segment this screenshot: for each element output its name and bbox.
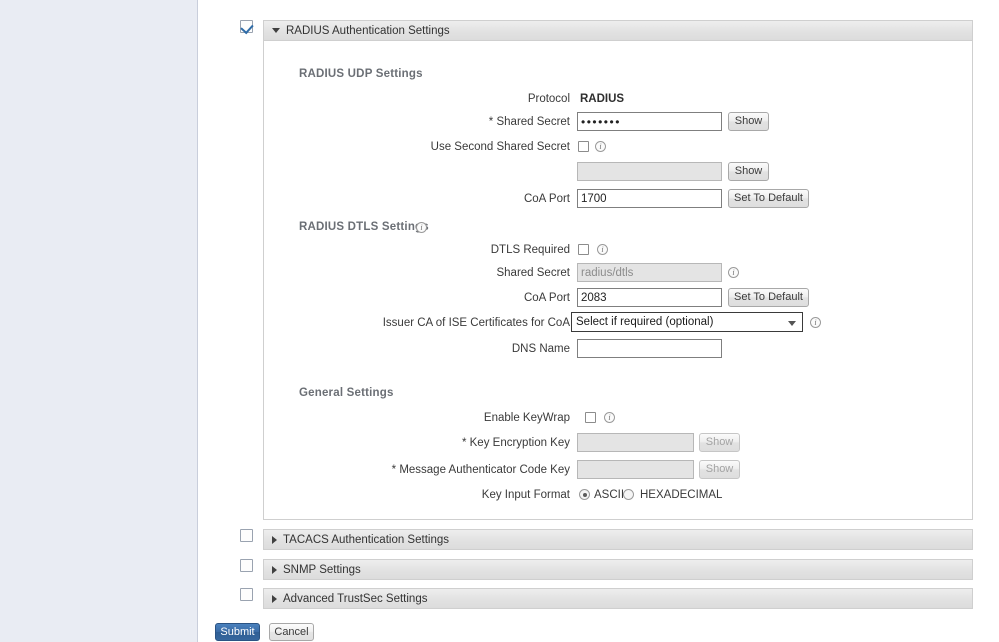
radius-udp-group-title: RADIUS UDP Settings [299,68,423,80]
key-input-format-option-ascii[interactable]: ASCII [594,489,624,502]
key-input-format-radio-hexadecimal[interactable] [623,489,634,500]
udp-coa-port-input[interactable] [577,189,722,208]
snmp-section-title: SNMP Settings [283,563,361,576]
info-icon[interactable]: i [595,141,606,152]
second-shared-secret-input[interactable] [577,162,722,181]
info-icon[interactable]: i [597,244,608,255]
message-authenticator-code-key-input[interactable] [577,460,694,479]
issuer-ca-row: Issuer CA of ISE Certificates for CoA Se… [264,312,974,333]
required-asterisk: * [488,116,494,128]
dtls-required-label: DTLS Required [490,244,570,256]
dns-name-input[interactable] [577,339,722,358]
second-shared-secret-row: Show [264,162,974,182]
key-encryption-key-label: * Key Encryption Key [270,433,570,453]
message-authenticator-code-key-row: * Message Authenticator Code Key Show [264,460,974,480]
issuer-ca-label-text: Issuer CA of ISE Certificates for CoA [382,317,570,329]
key-encryption-key-show-button[interactable]: Show [699,433,740,452]
protocol-value: RADIUS [580,93,625,105]
tacacs-section-title: TACACS Authentication Settings [283,533,449,546]
chevron-right-icon [272,565,277,574]
key-encryption-key-label-text: Key Encryption Key [469,437,570,449]
key-input-format-radio-ascii[interactable] [579,489,590,500]
use-second-shared-secret-checkbox[interactable] [578,141,589,152]
dtls-shared-secret-row: Shared Secret i [264,263,974,283]
snmp-section-checkbox[interactable] [240,559,253,572]
info-icon[interactable]: i [728,267,739,278]
use-second-shared-secret-label: Use Second Shared Secret [430,141,570,153]
submit-button[interactable]: Submit [215,623,260,641]
dtls-shared-secret-label: Shared Secret [496,267,570,279]
info-icon[interactable]: i [416,222,427,233]
dtls-coa-port-set-default-button[interactable]: Set To Default [728,288,809,307]
chevron-right-icon [272,594,277,603]
radius-section-body: RADIUS UDP Settings Protocol RADIUS * Sh… [263,41,973,520]
required-asterisk: * [391,464,397,476]
key-encryption-key-input[interactable] [577,433,694,452]
second-shared-secret-show-button[interactable]: Show [728,162,769,181]
issuer-ca-dropdown[interactable]: Select if required (optional) [571,312,803,332]
key-input-format-row: Key Input Format ASCII HEXADECIMAL [264,485,974,505]
radius-dtls-group-title: RADIUS DTLS Settings [299,221,429,233]
udp-shared-secret-row: * Shared Secret Show [264,112,974,132]
dtls-required-row: DTLS Required i [264,240,974,260]
udp-shared-secret-show-button[interactable]: Show [728,112,769,131]
key-input-format-label: Key Input Format [481,489,570,501]
message-authenticator-code-key-label: * Message Authenticator Code Key [250,460,570,480]
protocol-row: Protocol RADIUS [264,89,974,109]
radius-section-header[interactable]: RADIUS Authentication Settings [263,20,973,41]
udp-shared-secret-label: * Shared Secret [270,112,570,132]
chevron-down-icon [788,321,796,326]
page-root: RADIUS Authentication Settings RADIUS UD… [0,0,999,642]
trustsec-section-title: Advanced TrustSec Settings [283,592,428,605]
general-group-title: General Settings [299,387,394,399]
protocol-label: Protocol [527,93,570,105]
udp-shared-secret-input[interactable] [577,112,722,131]
trustsec-section-checkbox[interactable] [240,588,253,601]
udp-coa-port-set-default-button[interactable]: Set To Default [728,189,809,208]
use-second-shared-secret-row: Use Second Shared Secret i [264,137,974,157]
dns-name-label: DNS Name [511,343,570,355]
message-authenticator-code-key-show-button[interactable]: Show [699,460,740,479]
chevron-right-icon [272,535,277,544]
left-navigation-panel [0,0,198,642]
dtls-coa-port-label: CoA Port [523,292,570,304]
udp-coa-port-row: CoA Port Set To Default [264,189,974,209]
content-area: RADIUS Authentication Settings RADIUS UD… [199,0,999,642]
issuer-ca-selected-value: Select if required (optional) [576,316,714,328]
tacacs-section-header[interactable]: TACACS Authentication Settings [263,529,973,550]
udp-shared-secret-label-text: Shared Secret [496,116,570,128]
chevron-down-icon [272,28,280,33]
udp-coa-port-label: CoA Port [523,193,570,205]
info-icon[interactable]: i [810,317,821,328]
key-encryption-key-row: * Key Encryption Key Show [264,433,974,453]
required-asterisk: * [461,437,467,449]
message-authenticator-code-key-label-text: Message Authenticator Code Key [399,464,570,476]
enable-keywrap-row: Enable KeyWrap i [264,408,974,428]
trustsec-section-header[interactable]: Advanced TrustSec Settings [263,588,973,609]
tacacs-section-checkbox[interactable] [240,529,253,542]
radius-section-title: RADIUS Authentication Settings [286,24,450,37]
dtls-coa-port-row: CoA Port Set To Default [264,288,974,308]
dtls-required-checkbox[interactable] [578,244,589,255]
enable-keywrap-checkbox[interactable] [585,412,596,423]
info-icon[interactable]: i [604,412,615,423]
enable-keywrap-label: Enable KeyWrap [483,412,570,424]
cancel-button[interactable]: Cancel [269,623,314,641]
dtls-coa-port-input[interactable] [577,288,722,307]
snmp-section-header[interactable]: SNMP Settings [263,559,973,580]
dns-name-row: DNS Name [264,339,974,359]
radius-section-checkbox[interactable] [240,20,253,33]
dtls-shared-secret-input[interactable] [577,263,722,282]
key-input-format-option-hexadecimal[interactable]: HEXADECIMAL [640,489,722,502]
